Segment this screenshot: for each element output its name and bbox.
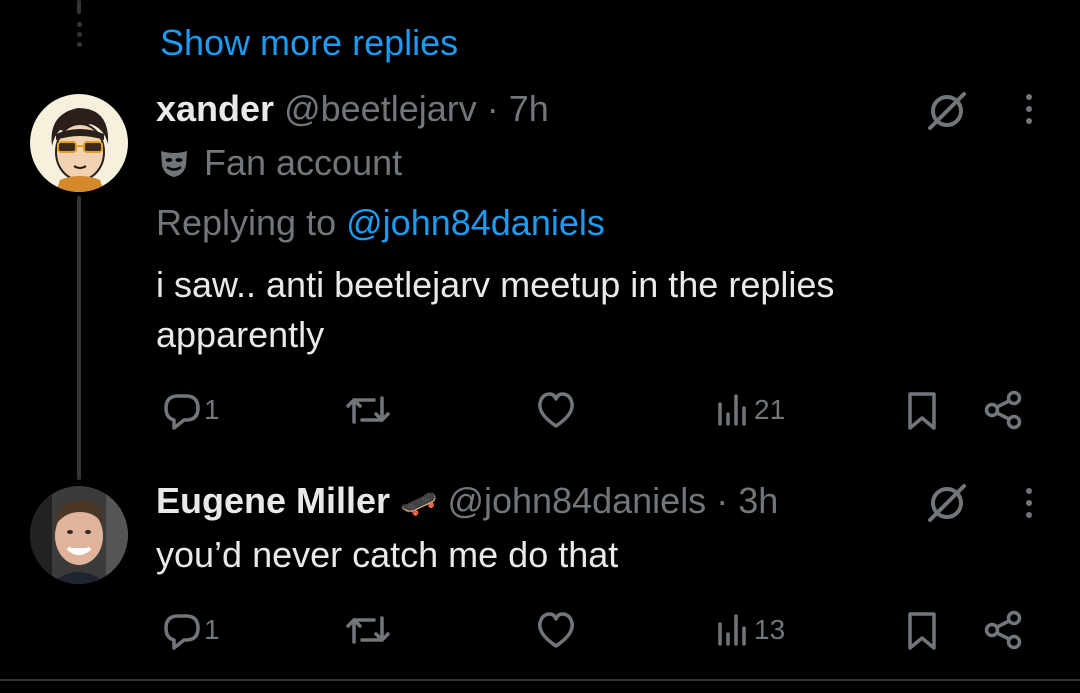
dot-separator: · <box>486 88 499 129</box>
thread-line <box>77 196 81 480</box>
reply-count: 1 <box>204 614 220 645</box>
like-button[interactable] <box>534 388 578 432</box>
no-replies-icon[interactable] <box>924 88 970 134</box>
like-button[interactable] <box>534 608 578 652</box>
view-count: 21 <box>754 394 786 425</box>
show-more-replies-link[interactable]: Show more replies <box>160 22 458 64</box>
badge-label: Fan account <box>204 142 403 183</box>
reply-button[interactable]: 1 <box>160 608 220 652</box>
tweet-actions: 1 13 <box>160 608 1030 654</box>
bookmark-icon <box>908 612 936 650</box>
repost-button[interactable] <box>344 608 392 652</box>
tweet-header: xander @beetlejarv · 7h <box>156 88 549 130</box>
replying-to-line: Replying to @john84daniels <box>156 202 605 244</box>
views-button[interactable]: 13 <box>714 608 785 652</box>
tweet-text: i saw.. anti beetlejarv meetup in the re… <box>156 264 835 355</box>
heart-icon <box>538 392 574 428</box>
thread-dots <box>74 22 84 52</box>
views-icon <box>718 614 746 646</box>
bookmark-button[interactable] <box>900 608 944 652</box>
display-name[interactable]: xander <box>156 88 274 129</box>
repost-button[interactable] <box>344 388 392 432</box>
display-name[interactable]: Eugene Miller <box>156 480 390 521</box>
avatar-illustration <box>30 94 128 192</box>
views-icon <box>718 394 746 426</box>
dot-separator: · <box>716 480 729 521</box>
bookmark-button[interactable] <box>900 388 944 432</box>
view-count: 13 <box>754 614 786 645</box>
reply-icon <box>164 394 200 430</box>
share-button[interactable] <box>982 608 1026 652</box>
repost-icon <box>346 396 390 424</box>
repost-icon <box>346 616 390 644</box>
skateboard-emoji: 🛹 <box>400 486 438 521</box>
avatar-photo <box>30 486 128 584</box>
no-replies-icon[interactable] <box>924 480 970 526</box>
heart-icon <box>538 612 574 648</box>
tweet-text: you’d never catch me do that <box>156 534 619 575</box>
divider <box>0 679 1080 681</box>
reply-count: 1 <box>204 394 220 425</box>
share-icon <box>984 610 1022 650</box>
tweet-header: Eugene Miller 🛹 @john84daniels · 3h <box>156 480 778 522</box>
reply-button[interactable]: 1 <box>160 388 220 432</box>
views-button[interactable]: 21 <box>714 388 785 432</box>
timestamp[interactable]: 3h <box>738 480 778 521</box>
share-button[interactable] <box>982 388 1026 432</box>
theater-mask-icon <box>161 151 187 177</box>
avatar-xander[interactable] <box>30 94 128 192</box>
more-options-icon[interactable] <box>1026 94 1034 130</box>
replying-prefix: Replying to <box>156 202 337 243</box>
reply-icon <box>164 614 200 650</box>
replying-to-mention[interactable]: @john84daniels <box>346 202 605 243</box>
bookmark-icon <box>908 392 936 430</box>
handle[interactable]: @john84daniels <box>447 480 706 521</box>
fan-account-badge: Fan account <box>158 142 402 184</box>
more-options-icon[interactable] <box>1026 488 1034 524</box>
thread-line-top <box>77 0 81 14</box>
tweet-actions: 1 21 <box>160 388 1030 434</box>
avatar-eugene-miller[interactable] <box>30 486 128 584</box>
handle[interactable]: @beetlejarv <box>284 88 477 129</box>
timestamp[interactable]: 7h <box>509 88 549 129</box>
share-icon <box>984 390 1022 430</box>
